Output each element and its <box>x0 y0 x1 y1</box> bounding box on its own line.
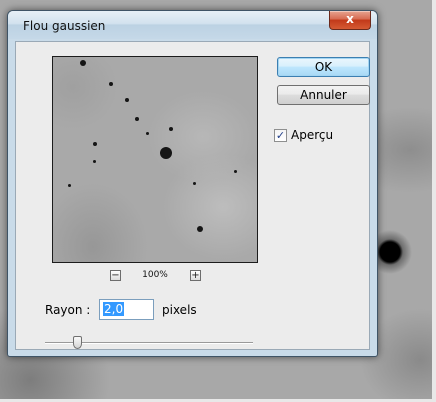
preview-star <box>197 226 203 232</box>
cancel-button[interactable]: Annuler <box>277 85 370 105</box>
title-bar[interactable]: Flou gaussien <box>8 11 377 39</box>
desktop-edge <box>432 0 436 402</box>
preview-star <box>80 60 86 66</box>
close-button[interactable]: x <box>329 11 371 30</box>
preview-star <box>109 82 113 86</box>
blur-preview-image[interactable] <box>52 56 258 263</box>
radius-value: 2,0 <box>103 302 125 316</box>
preview-star <box>125 98 129 102</box>
preview-checkbox-label: Aperçu <box>291 128 334 142</box>
radius-label: Rayon : <box>45 303 91 317</box>
dialog-title: Flou gaussien <box>23 19 106 33</box>
zoom-in-button[interactable]: + <box>190 270 201 281</box>
preview-star <box>146 132 149 135</box>
radius-unit: pixels <box>162 303 197 317</box>
zoom-level: 100% <box>142 270 168 280</box>
preview-star <box>93 160 96 163</box>
preview-star <box>68 184 71 187</box>
preview-star <box>135 117 139 121</box>
zoom-controls: − 100% + <box>52 270 258 284</box>
preview-star <box>169 127 173 131</box>
dialog-client-area: − 100% + OK Annuler ✓ Aperçu Rayon : 2,0… <box>15 41 370 350</box>
preview-star <box>160 147 172 159</box>
radius-slider-thumb[interactable] <box>72 336 82 349</box>
gaussian-blur-dialog: Flou gaussien x − 100% + OK Annuler ✓ Ap… <box>7 10 378 357</box>
radius-row: Rayon : 2,0 pixels <box>45 299 245 321</box>
preview-star <box>193 182 196 185</box>
preview-checkbox[interactable]: ✓ <box>274 129 287 142</box>
preview-star <box>234 170 237 173</box>
preview-star <box>93 142 97 146</box>
ok-button[interactable]: OK <box>277 57 370 77</box>
radius-input[interactable]: 2,0 <box>99 299 154 320</box>
